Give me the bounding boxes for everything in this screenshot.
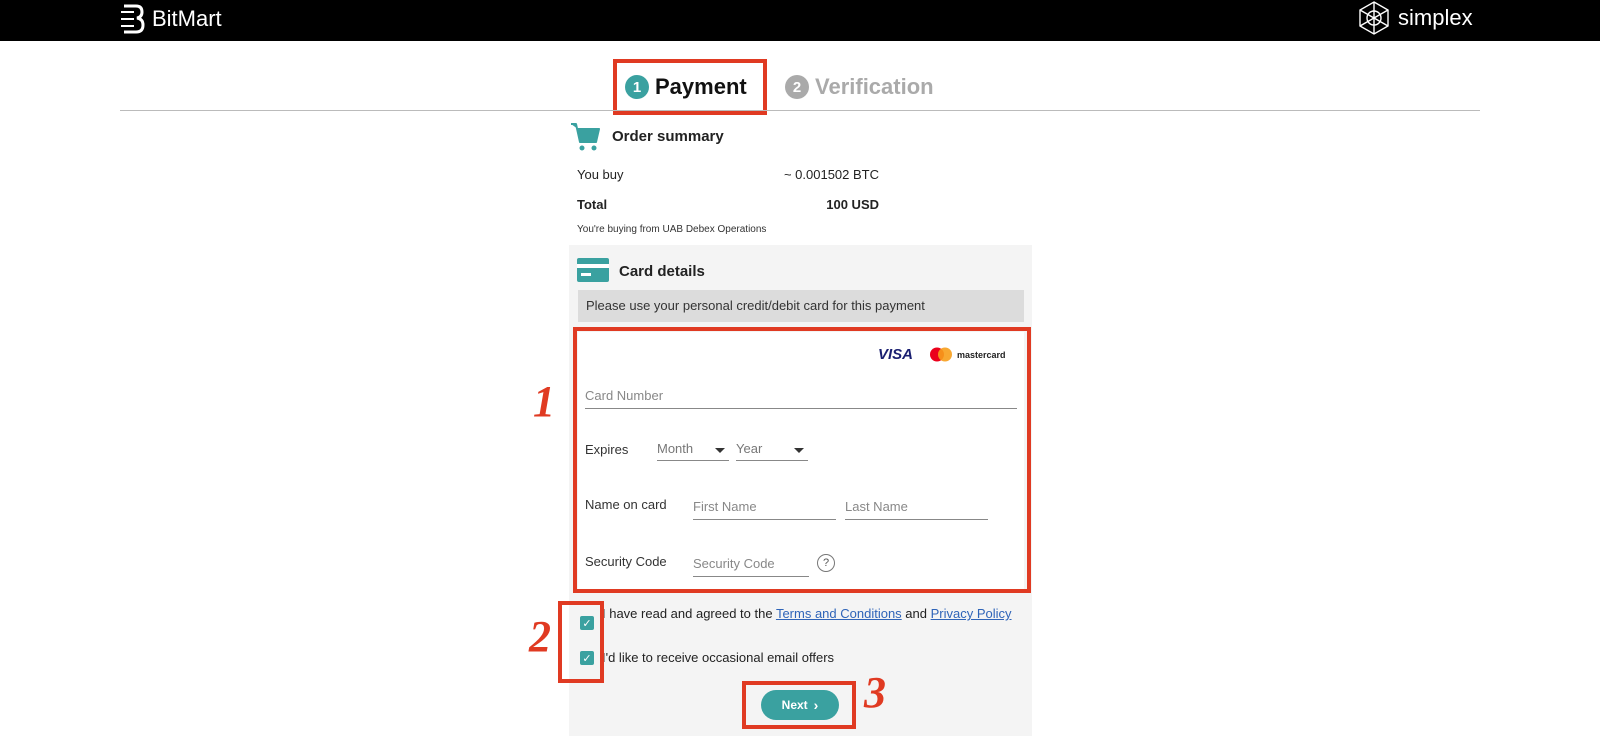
total-label: Total [577, 197, 608, 212]
card-fields-highlight [573, 327, 1031, 593]
total-value: 100 USD [826, 197, 879, 212]
partner-name: simplex [1398, 5, 1473, 30]
steps-divider [120, 110, 1480, 111]
payment-step-highlight [613, 59, 767, 115]
simplex-logo: simplex [1356, 0, 1473, 36]
terms-prefix: I have read and agreed to the [602, 606, 776, 621]
checkbox-highlight [558, 601, 604, 683]
card-details-title: Card details [619, 263, 705, 280]
step-label: Verification [815, 74, 934, 99]
email-offers-text: I'd like to receive occasional email off… [602, 650, 835, 665]
cart-icon [571, 123, 600, 151]
credit-card-icon [577, 258, 609, 282]
annotation-3: 3 [864, 668, 886, 717]
you-buy-value: ~ 0.001502 BTC [783, 167, 879, 182]
bitmart-logo[interactable]: BitMart [120, 2, 222, 36]
terms-link[interactable]: Terms and Conditions [776, 606, 902, 621]
step-number: 2 [785, 75, 809, 99]
you-buy-label: You buy [577, 167, 624, 182]
seller-note: You're buying from UAB Debex Operations [577, 224, 767, 235]
privacy-policy-link[interactable]: Privacy Policy [931, 606, 1012, 621]
terms-mid: and [901, 606, 931, 621]
simplex-logo-icon [1359, 1, 1389, 35]
bitmart-logo-icon [121, 4, 145, 34]
annotation-2: 2 [529, 612, 551, 661]
next-button-highlight [742, 681, 856, 729]
annotation-1: 1 [533, 377, 555, 426]
order-summary-title: Order summary [612, 128, 724, 145]
terms-consent-text: I have read and agreed to the Terms and … [602, 605, 1012, 623]
step-verification[interactable]: 2 Verification [785, 74, 934, 100]
brand-name: BitMart [152, 6, 222, 31]
personal-card-notice: Please use your personal credit/debit ca… [578, 290, 1024, 322]
